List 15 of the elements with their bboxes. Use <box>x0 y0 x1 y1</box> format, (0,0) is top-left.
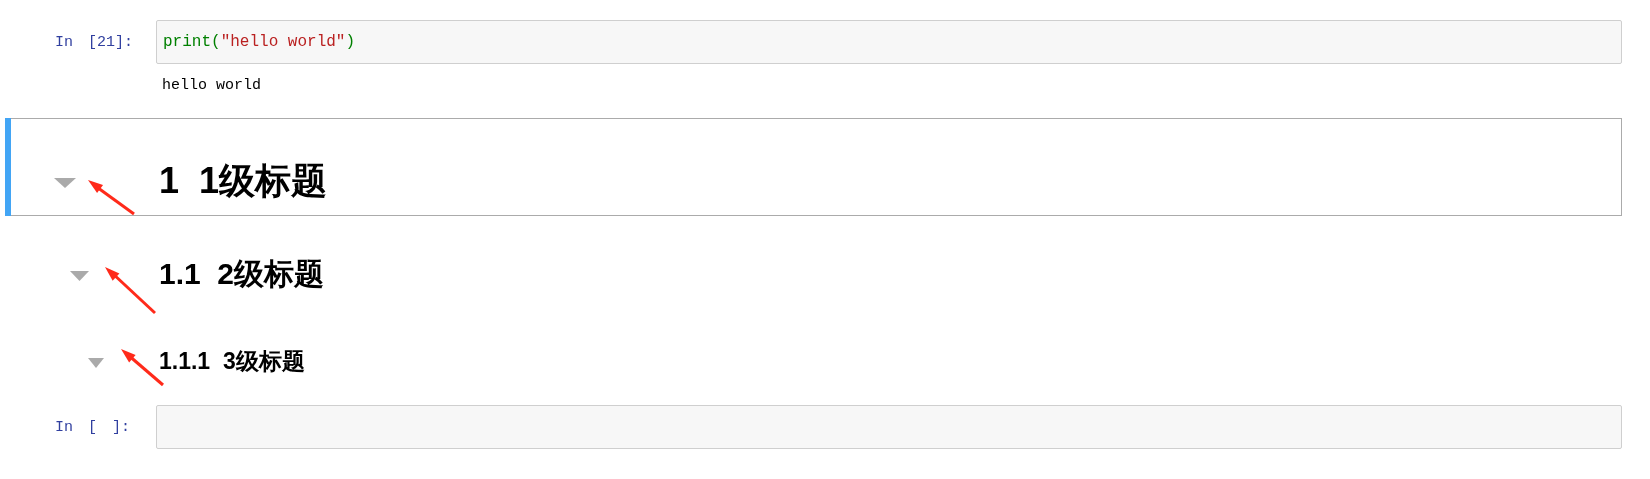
heading-text: 1.1 2级标题 <box>159 255 325 292</box>
heading-text: 1.1.1 3级标题 <box>159 346 305 376</box>
heading-cell[interactable]: 1.1 2级标题 <box>5 216 1622 317</box>
heading-cell[interactable]: 1 1级标题 <box>5 118 1622 216</box>
caret-down-icon[interactable] <box>70 271 89 281</box>
heading-text: 1 1级标题 <box>159 158 328 203</box>
input-prompt: In [21]: <box>54 32 134 53</box>
input-prompt: In [ ]: <box>54 417 131 438</box>
caret-down-icon[interactable] <box>54 178 76 188</box>
code-line: print("hello world") <box>163 33 356 51</box>
code-input-field[interactable] <box>156 405 1622 449</box>
code-input-field[interactable]: print("hello world") <box>156 20 1622 64</box>
caret-down-icon[interactable] <box>88 358 104 368</box>
heading-cell[interactable]: 1.1.1 3级标题 <box>5 317 1622 394</box>
output-text: hello world <box>161 76 262 94</box>
